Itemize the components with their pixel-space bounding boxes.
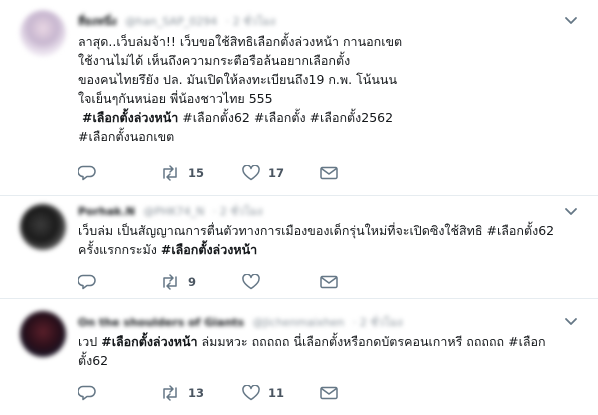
avatar[interactable] [20,311,66,357]
reply-icon [78,385,96,401]
reply-icon [78,165,96,181]
heart-icon [242,385,260,401]
chevron-down-icon[interactable] [564,317,578,327]
tweet-header[interactable]: On the shoulders of Giants @Jichenmaixhe… [78,313,403,329]
user-handle[interactable]: @Jichenmaixhen [253,316,345,329]
hashtag[interactable]: #เลือกตั้งนอกเขต [78,129,174,144]
hashtag[interactable]: #เลือกตั้งล่วงหน้า [101,334,197,349]
tweet[interactable]: Porhak.N @PHK74_N · 2 ชั่วโมง เว็บล่ม เป… [0,196,598,299]
tweet-feed: สี่ยงหนึ่ง @han_SAP_0294 · 2 ชั่วโมง ลาส… [0,0,598,415]
retweet-count: 13 [188,386,205,400]
timestamp[interactable]: · 2 ชั่วโมง [353,316,403,329]
chevron-down-icon[interactable] [564,16,578,26]
heart-icon [242,274,260,290]
tweet-line: ใจเย็นๆกันหน่อย พี่น้องชาวไทย 555 [78,91,273,106]
direct-message-button[interactable] [320,383,338,403]
reply-icon [78,274,96,290]
timestamp[interactable]: · 2 ชั่วโมง [226,15,276,28]
retweet-count: 15 [188,166,205,180]
envelope-icon [320,166,338,180]
tweet-line-text: ครั้งแรกกระมัง [78,242,157,257]
display-name[interactable]: Porhak.N [78,205,135,218]
hashtag-line: #เลือกตั้งล่วงหน้า #เลือกตั้ง62 #เลือกตั… [78,108,580,127]
tweet[interactable]: สี่ยงหนึ่ง @han_SAP_0294 · 2 ชั่วโมง ลาส… [0,0,598,196]
direct-message-button[interactable] [320,163,338,183]
hashtag[interactable]: #เลือกตั้งล่วงหน้า [82,110,178,125]
hashtag[interactable]: #เลือกตั้ง2562 [310,110,394,125]
like-button[interactable]: 11 [242,383,284,403]
avatar[interactable] [20,10,66,56]
retweet-button[interactable]: 9 [160,272,196,292]
chevron-down-icon[interactable] [564,207,578,217]
tweet-line: ใช้งานไม่ได้ เห็นถึงความกระตือรือล้นอยาก… [78,53,351,68]
hashtag-line: #เลือกตั้งนอกเขต [78,127,580,146]
like-button[interactable] [242,272,268,292]
avatar[interactable] [20,204,66,250]
retweet-count: 9 [188,275,197,289]
retweet-icon [160,274,180,290]
reply-button[interactable] [78,383,104,403]
tweet-line: ตั้ง62 [78,353,109,368]
like-button[interactable]: 17 [242,163,284,183]
tweet-line: ของคนไทยรึยัง ปล. มันเปิดให้ลงทะเบียนถึง… [78,72,397,87]
hashtag[interactable]: #เลือกตั้งล่วงหน้า [161,242,257,257]
retweet-button[interactable]: 15 [160,163,204,183]
timestamp[interactable]: · 2 ชั่วโมง [213,205,263,218]
direct-message-button[interactable] [320,272,338,292]
reply-button[interactable] [78,163,104,183]
envelope-icon [320,386,338,400]
tweet-text: เวป #เลือกตั้งล่วงหน้า ล่มมหวะ ถถถถถ นี่… [78,332,580,370]
tweet-line: ครั้งแรกกระมัง #เลือกตั้งล่วงหน้า [78,240,580,259]
retweet-icon [160,385,180,401]
envelope-icon [320,275,338,289]
heart-icon [242,165,260,181]
reply-button[interactable] [78,272,104,292]
display-name[interactable]: สี่ยงหนึ่ง [78,15,117,28]
hashtag[interactable]: #เลือกตั้ง62 [182,110,250,125]
retweet-button[interactable]: 13 [160,383,204,403]
display-name[interactable]: On the shoulders of Giants [78,316,244,329]
tweet-line: เวป #เลือกตั้งล่วงหน้า ล่มมหวะ ถถถถถ นี่… [78,332,580,351]
tweet-text: ลาสุด..เว็บล่มจ้า!! เว็บขอใช้สิทธิเลือกต… [78,32,580,146]
tweet-line-text: ล่มมหวะ ถถถถถ นี่เลือกตั้งหรือกดบัตรคอนเ… [201,334,546,349]
like-count: 17 [268,166,285,180]
tweet-line: เว็บล่ม เป็นสัญญาณการตื่นตัวทางการเมืองข… [78,223,555,238]
user-handle[interactable]: @han_SAP_0294 [125,15,217,28]
tweet-header[interactable]: สี่ยงหนึ่ง @han_SAP_0294 · 2 ชั่วโมง [78,12,275,28]
retweet-icon [160,165,180,181]
tweet-line: ลาสุด..เว็บล่มจ้า!! เว็บขอใช้สิทธิเลือกต… [78,34,403,49]
like-count: 11 [268,386,285,400]
user-handle[interactable]: @PHK74_N [144,205,205,218]
tweet[interactable]: On the shoulders of Giants @Jichenmaixhe… [0,299,598,415]
tweet-header[interactable]: Porhak.N @PHK74_N · 2 ชั่วโมง [78,202,263,218]
hashtag[interactable]: #เลือกตั้ง [254,110,306,125]
tweet-line-text: เวป [78,334,98,349]
tweet-text: เว็บล่ม เป็นสัญญาณการตื่นตัวทางการเมืองข… [78,221,580,259]
